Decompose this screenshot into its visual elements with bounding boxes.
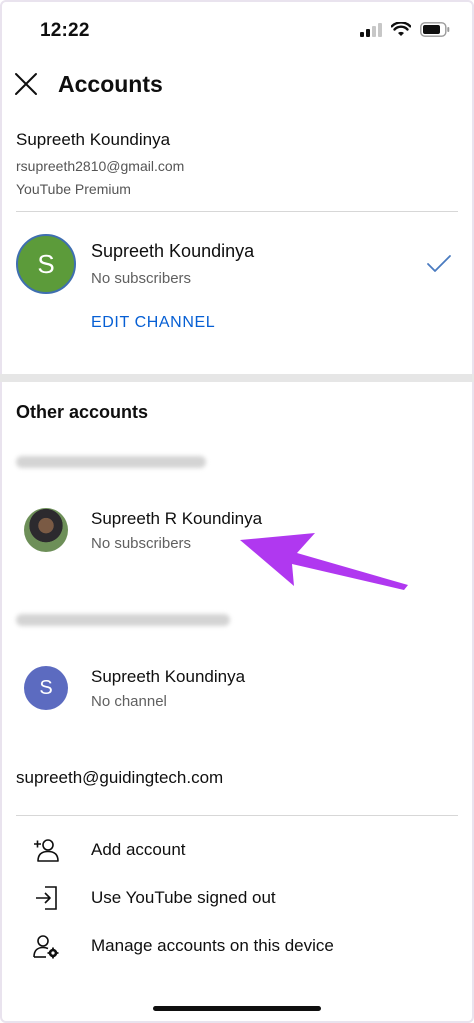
current-account-info: Supreeth Koundinya rsupreeth2810@gmail.c… xyxy=(16,130,184,197)
battery-icon xyxy=(420,22,450,37)
status-bar: 12:22 xyxy=(0,0,474,60)
current-channel-row[interactable]: S Supreeth Koundinya No subscribers xyxy=(0,232,474,300)
close-icon xyxy=(15,73,37,95)
other-accounts-heading: Other accounts xyxy=(16,402,149,422)
section-separator xyxy=(0,374,474,382)
channel-subscribers: No subscribers xyxy=(91,270,192,287)
status-time: 12:22 xyxy=(40,20,90,41)
profile-photo-avatar xyxy=(24,508,68,552)
divider xyxy=(16,815,458,816)
add-account-item[interactable]: Add account xyxy=(0,830,474,870)
other-account-row[interactable]: S Supreeth Koundinya No channel xyxy=(0,660,474,720)
menu-label: Use YouTube signed out xyxy=(91,888,276,907)
checkmark-icon xyxy=(427,255,451,272)
cellular-signal-icon xyxy=(360,22,382,37)
add-person-icon xyxy=(34,839,59,862)
page-title: Accounts xyxy=(58,71,163,97)
app-header: Accounts xyxy=(0,62,474,110)
divider xyxy=(16,211,458,212)
edit-channel-link[interactable]: EDIT CHANNEL xyxy=(91,314,215,332)
use-signed-out-item[interactable]: Use YouTube signed out xyxy=(0,878,474,918)
account-email: rsupreeth2810@gmail.com xyxy=(16,158,185,174)
channel-name: Supreeth Koundinya xyxy=(91,667,246,686)
channel-name: Supreeth R Koundinya xyxy=(91,509,263,528)
account-email-header: supreeth@guidingtech.com xyxy=(16,768,224,787)
sign-out-icon xyxy=(36,886,57,910)
other-account-row[interactable]: Supreeth R Koundinya No subscribers xyxy=(0,502,474,562)
avatar: S xyxy=(24,666,68,710)
menu-label: Add account xyxy=(91,840,186,859)
channel-status: No channel xyxy=(91,693,167,710)
close-button[interactable] xyxy=(10,68,42,100)
blurred-email xyxy=(16,614,230,626)
manage-accounts-item[interactable]: Manage accounts on this device xyxy=(0,926,474,966)
account-tier: YouTube Premium xyxy=(16,181,131,197)
avatar: S xyxy=(16,234,76,294)
manage-accounts-icon xyxy=(33,935,59,959)
blurred-email xyxy=(16,456,206,468)
channel-subscribers: No subscribers xyxy=(91,535,192,552)
account-name: Supreeth Koundinya xyxy=(16,130,171,149)
channel-name: Supreeth Koundinya xyxy=(91,241,255,261)
wifi-icon xyxy=(391,22,411,36)
status-icons xyxy=(360,22,450,37)
home-indicator[interactable] xyxy=(153,1006,321,1011)
menu-label: Manage accounts on this device xyxy=(91,936,334,955)
